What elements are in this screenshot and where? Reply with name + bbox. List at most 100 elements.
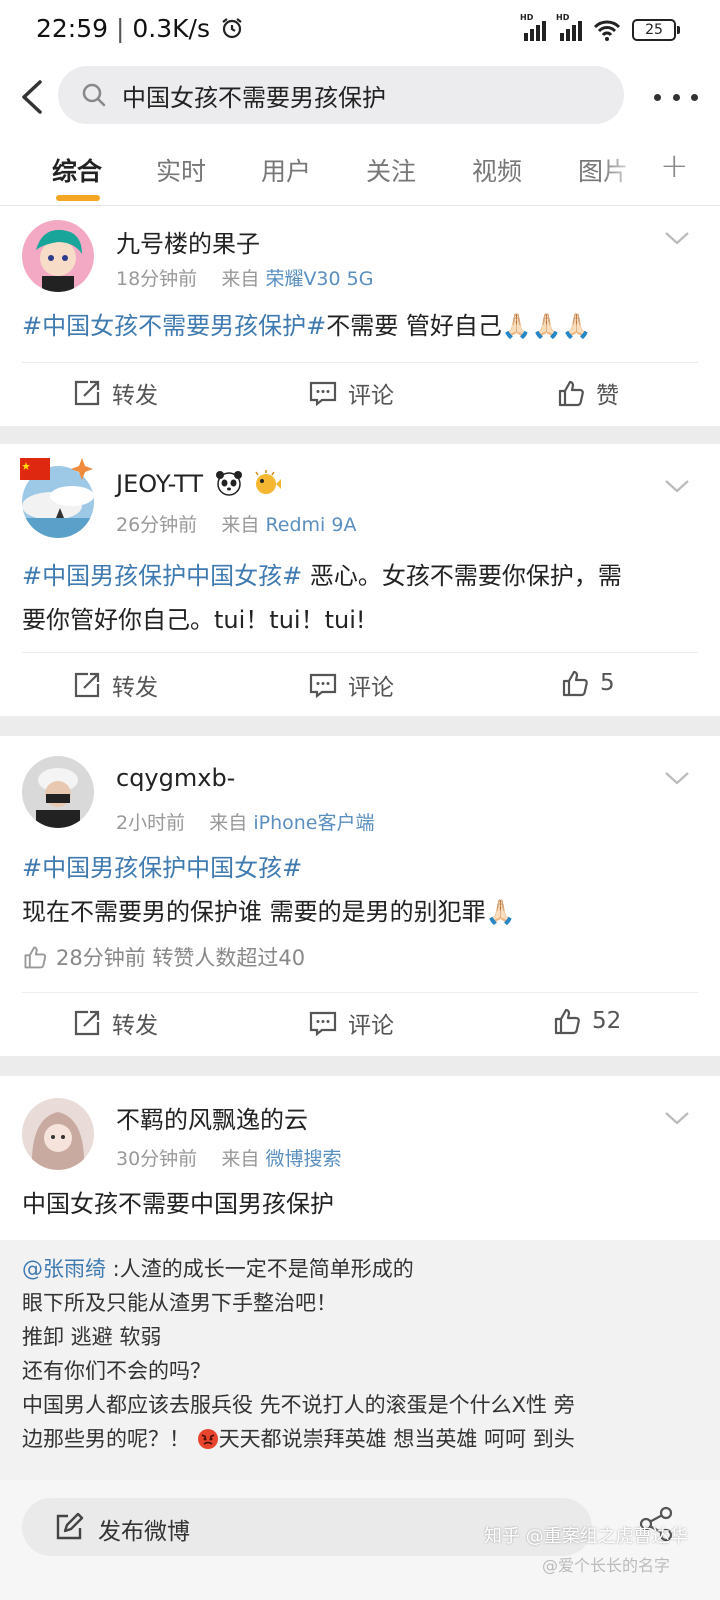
post-card[interactable]: JEOY-TT 26分钟前 来自 Redmi 9A #中国男孩保护中国女孩# 恶… [0,444,720,716]
avatar[interactable] [22,220,94,292]
china-flag-icon [20,458,50,480]
post-time: 26分钟前 [116,514,198,536]
username[interactable]: JEOY-TT [116,470,282,498]
zhihu-watermark: 知乎 @重案组之虎曹达华 [484,1526,688,1547]
status-icons: HD HD 25 [520,13,680,42]
post-content: #中国男孩保护中国女孩# 恶心。女孩不需要你保护，需 要你管好你自己。tui！t… [22,554,698,642]
comment-icon [309,381,337,407]
post-card[interactable]: cqygmxb- 2小时前 来自 iPhone客户端 #中国男孩保护中国女孩# … [0,736,720,1056]
bottom-bar: 发布微博 知乎 @重案组之虎曹达华 @爱个长长的名字 [0,1480,720,1600]
search-query: 中国女孩不需要男孩保护 [122,84,386,112]
post-card[interactable]: 不羁的风飘逸的云 30分钟前 来自 微博搜索 中国女孩不需要中国男孩保护 [0,1076,720,1240]
post-text-line1: 恶心。女孩不需要你保护，需 [302,562,622,590]
battery-icon: 25 [632,19,680,41]
username[interactable]: 九号楼的果子 [116,224,260,259]
alarm-icon [222,18,242,39]
chevron-down-icon[interactable] [664,1110,690,1126]
status-bar: 22:59 | 0.3K/s HD HD 25 [0,0,720,64]
quote-line: 边那些男的呢？！ 天天都说崇拜英雄 想当英雄 呵呵 到头 [22,1427,575,1451]
like-button[interactable]: 52 [552,1006,621,1036]
comment-icon [309,673,337,699]
add-tab-button[interactable]: + [660,146,689,186]
post-text: 中国女孩不需要中国男孩保护 [22,1190,334,1218]
tab-users[interactable]: 用户 [261,152,311,188]
back-button[interactable] [14,72,50,122]
search-input[interactable]: 中国女孩不需要男孩保护 [58,66,624,124]
active-tab-indicator [56,195,100,201]
quote-line: 推卸 逃避 软弱 [22,1325,162,1349]
post-meta: 2小时前 来自 iPhone客户端 [116,808,374,835]
status-time: 22:59 | 0.3K/s [36,14,244,43]
dot-icon [672,93,680,101]
divider [22,362,698,363]
post-source[interactable]: Redmi 9A [265,514,356,536]
quote-line: 中国男人都应该去服兵役 先不说打人的滚蛋是个什么X性 旁 [22,1393,575,1417]
search-header: 中国女孩不需要男孩保护 [0,64,720,132]
angry-face-icon [197,1429,218,1449]
post-source[interactable]: 微博搜索 [265,1148,341,1170]
comment-button[interactable]: 评论 [308,1006,394,1040]
comment-button[interactable]: 评论 [308,376,394,410]
post-from-label: 来自 [209,812,248,834]
chevron-down-icon[interactable] [664,770,690,786]
post-source[interactable]: 荣耀V30 5G [265,268,373,290]
quoted-post[interactable]: @张雨绮 :人渣的成长一定不是简单形成的 眼下所及只能从渣男下手整治吧！ 推卸 … [0,1240,720,1480]
post-from-label: 来自 [221,514,260,536]
edit-icon [56,1512,84,1540]
username[interactable]: 不羁的风飘逸的云 [116,1100,308,1135]
panda-icon [215,471,242,496]
thumbs-up-icon [24,946,47,969]
username[interactable]: cqygmxb- [116,764,235,792]
like-button[interactable]: 5 [560,668,615,698]
post-meta: 30分钟前 来自 微博搜索 [116,1144,341,1171]
quote-line: 眼下所及只能从渣男下手整治吧！ [22,1291,337,1315]
repost-icon [74,1010,100,1036]
post-from-label: 来自 [221,1148,260,1170]
tab-video[interactable]: 视频 [472,152,522,188]
post-meta: 18分钟前 来自 荣耀V30 5G [116,264,373,291]
repost-icon [74,380,100,406]
avatar[interactable] [22,1098,94,1170]
signal-1-icon: HD [520,13,546,41]
network-speed: 0.3K/s [132,14,210,43]
search-icon [82,83,106,107]
chevron-down-icon[interactable] [664,230,690,246]
weibo-watermark: @爱个长长的名字 [542,1556,671,1575]
hashtag[interactable]: #中国男孩保护中国女孩# [22,854,302,882]
repost-icon [74,672,100,698]
liked-note: 28分钟前 转赞人数超过40 [22,942,305,972]
tab-following[interactable]: 关注 [366,152,416,188]
post-source[interactable]: iPhone客户端 [253,812,374,834]
divider [22,992,698,993]
post-card[interactable]: 九号楼的果子 18分钟前 来自 荣耀V30 5G #中国女孩不需要男孩保护#不需… [0,206,720,426]
clock: 22:59 [36,14,109,43]
post-text: 不需要 管好自己 [326,312,502,340]
like-button[interactable]: 赞 [556,376,619,410]
pray-emoji: 🙏🏻🙏🏻🙏🏻 [501,312,592,340]
more-options-button[interactable] [654,80,698,114]
hashtag[interactable]: #中国男孩保护中国女孩# [22,562,302,590]
tab-fade [600,140,640,200]
repost-button[interactable]: 转发 [72,1006,158,1040]
mention-link[interactable]: @张雨绮 [22,1257,106,1281]
quote-line: @张雨绮 :人渣的成长一定不是简单形成的 [22,1257,414,1281]
post-from-label: 来自 [221,268,260,290]
divider [22,652,698,653]
like-count: 5 [600,670,615,696]
thumbs-up-icon [562,670,588,697]
comment-icon [309,1011,337,1037]
comment-button[interactable]: 评论 [308,668,394,702]
post-meta: 26分钟前 来自 Redmi 9A [116,510,356,537]
post-text: 现在不需要男的保护谁 需要的是男的别犯罪 [22,898,486,926]
repost-button[interactable]: 转发 [72,376,158,410]
sparkle-icon [71,458,93,480]
signal-2-icon: HD [556,13,582,41]
chevron-down-icon[interactable] [664,478,690,494]
avatar[interactable] [22,756,94,828]
hashtag[interactable]: #中国女孩不需要男孩保护# [22,312,326,340]
repost-button[interactable]: 转发 [72,668,158,702]
post-text-line2: 要你管好你自己。tui！tui！tui! [22,606,366,634]
wifi-icon [593,20,621,41]
tab-comprehensive[interactable]: 综合 [52,152,102,188]
tab-realtime[interactable]: 实时 [156,152,206,188]
